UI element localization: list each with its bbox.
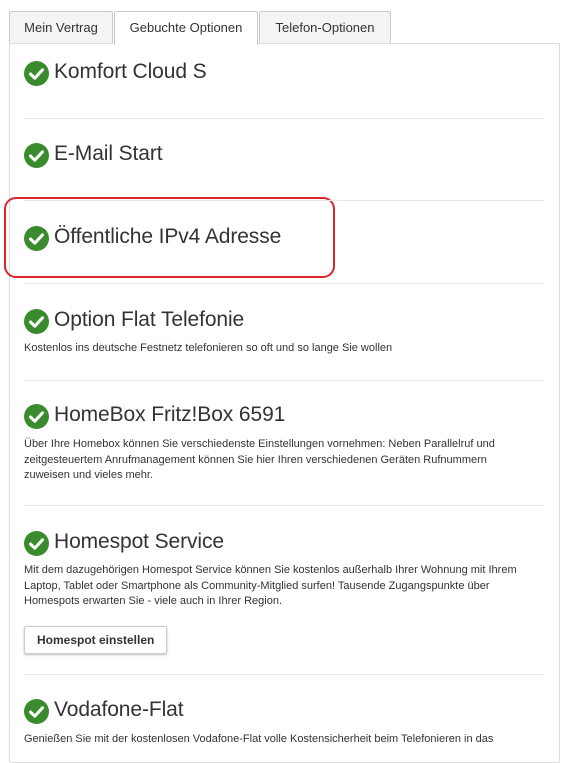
check-circle-icon: [24, 699, 49, 724]
check-circle-icon: [24, 143, 49, 168]
option-title: E-Mail Start: [54, 142, 163, 165]
option-title: Option Flat Telefonie: [54, 308, 245, 331]
check-circle-icon: [24, 61, 49, 86]
check-circle-icon: [24, 226, 49, 251]
option-item: HomeBox Fritz!Box 6591 Über Ihre Homebox…: [24, 403, 544, 484]
option-title: Homespot Service: [54, 530, 224, 553]
divider: [24, 118, 544, 119]
option-item: Öffentliche IPv4 Adresse: [24, 225, 544, 252]
option-item: Komfort Cloud S: [24, 60, 544, 87]
divider: [24, 505, 544, 506]
divider: [24, 283, 544, 284]
divider: [24, 674, 544, 675]
divider: [24, 200, 544, 201]
tab-mein-vertrag[interactable]: Mein Vertrag: [9, 11, 113, 43]
option-title: Vodafone-Flat: [54, 698, 184, 721]
option-item: Vodafone-Flat Genießen Sie mit der koste…: [24, 698, 544, 748]
tab-telefon-optionen[interactable]: Telefon-Optionen: [259, 11, 391, 43]
option-title: Komfort Cloud S: [54, 60, 207, 83]
option-title: Öffentliche IPv4 Adresse: [54, 225, 282, 248]
option-item: Homespot Service Mit dem dazugehörigen H…: [24, 530, 544, 654]
option-description: Genießen Sie mit der kostenlosen Vodafon…: [24, 733, 494, 745]
option-item: E-Mail Start: [24, 142, 544, 169]
option-description: Über Ihre Homebox können Sie verschieden…: [24, 438, 495, 481]
check-circle-icon: [24, 404, 49, 429]
option-item: Option Flat Telefonie Kostenlos ins deut…: [24, 308, 544, 357]
tab-gebuchte-optionen[interactable]: Gebuchte Optionen: [114, 11, 258, 45]
option-title: HomeBox Fritz!Box 6591: [54, 403, 286, 426]
option-description: Kostenlos ins deutsche Festnetz telefoni…: [24, 342, 393, 354]
homespot-settings-button[interactable]: Homespot einstellen: [24, 625, 168, 654]
check-circle-icon: [24, 309, 49, 334]
option-description: Mit dem dazugehörigen Homespot Service k…: [24, 564, 517, 607]
check-circle-icon: [24, 531, 49, 556]
divider: [24, 380, 544, 381]
